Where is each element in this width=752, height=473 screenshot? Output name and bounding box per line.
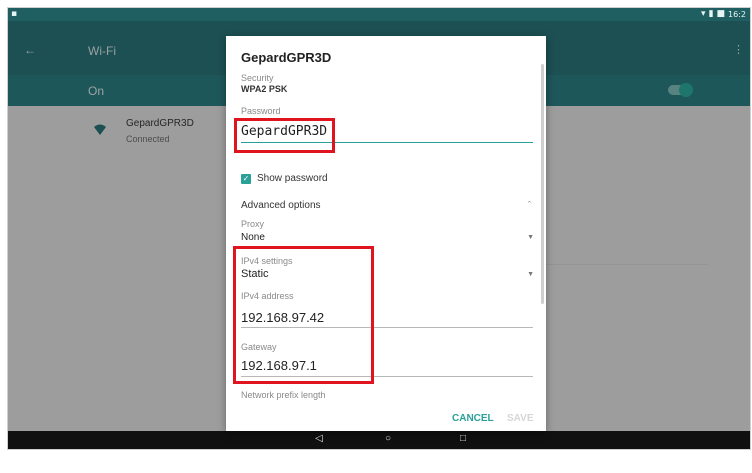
ipv4-address-label: IPv4 address	[241, 291, 294, 301]
proxy-label: Proxy	[241, 219, 265, 229]
navigation-bar: ◁ ○ □	[8, 431, 750, 449]
cancel-button[interactable]: CANCEL	[452, 413, 494, 424]
dropdown-arrow-icon[interactable]: ▼	[527, 234, 534, 241]
gateway-label: Gateway	[241, 342, 277, 352]
wifi-config-dialog: GepardGPR3D Security WPA2 PSK Password ✓…	[226, 36, 546, 431]
chevron-up-icon[interactable]: ˆ	[528, 200, 531, 210]
status-icons: ▾ ▮ ■ 16:2	[701, 9, 746, 19]
advanced-options-toggle[interactable]: Advanced options	[241, 200, 321, 211]
android-screen: ▪ ▾ ▮ ■ 16:2 ← Wi-Fi ⋮ On GepardGPR3D Co…	[7, 7, 751, 450]
proxy-select[interactable]: None	[241, 232, 265, 243]
password-label: Password	[241, 106, 281, 116]
show-password-label[interactable]: Show password	[257, 173, 328, 184]
save-button[interactable]: SAVE	[507, 413, 534, 424]
gateway-input[interactable]: 192.168.97.1	[241, 358, 317, 373]
network-prefix-label: Network prefix length	[241, 390, 326, 400]
nav-back-icon[interactable]: ◁	[310, 433, 328, 444]
ipv4-settings-select[interactable]: Static	[241, 268, 269, 280]
dropdown-arrow-icon[interactable]: ▼	[527, 271, 534, 278]
dialog-title: GepardGPR3D	[241, 50, 332, 65]
nav-recents-icon[interactable]: □	[454, 433, 472, 444]
gateway-underline	[241, 376, 533, 377]
signal-icon: ■	[716, 9, 726, 19]
security-value: WPA2 PSK	[241, 84, 288, 94]
notification-icon: ▪	[11, 9, 18, 19]
status-bar: ▪ ▾ ▮ ■ 16:2	[8, 8, 750, 21]
security-label: Security	[241, 73, 274, 83]
dialog-scrollbar[interactable]	[541, 64, 544, 304]
clock: 16:2	[728, 9, 746, 19]
dialog-actions: CANCEL SAVE	[226, 413, 546, 431]
ipv4-settings-label: IPv4 settings	[241, 256, 293, 266]
battery-icon: ▮	[708, 9, 714, 19]
nav-home-icon[interactable]: ○	[379, 433, 397, 444]
wifi-status-icon: ▾	[701, 9, 706, 19]
ipv4-address-underline	[241, 327, 533, 328]
password-input[interactable]	[241, 120, 533, 143]
show-password-checkbox[interactable]: ✓	[241, 174, 251, 184]
ipv4-address-input[interactable]: 192.168.97.42	[241, 310, 324, 325]
